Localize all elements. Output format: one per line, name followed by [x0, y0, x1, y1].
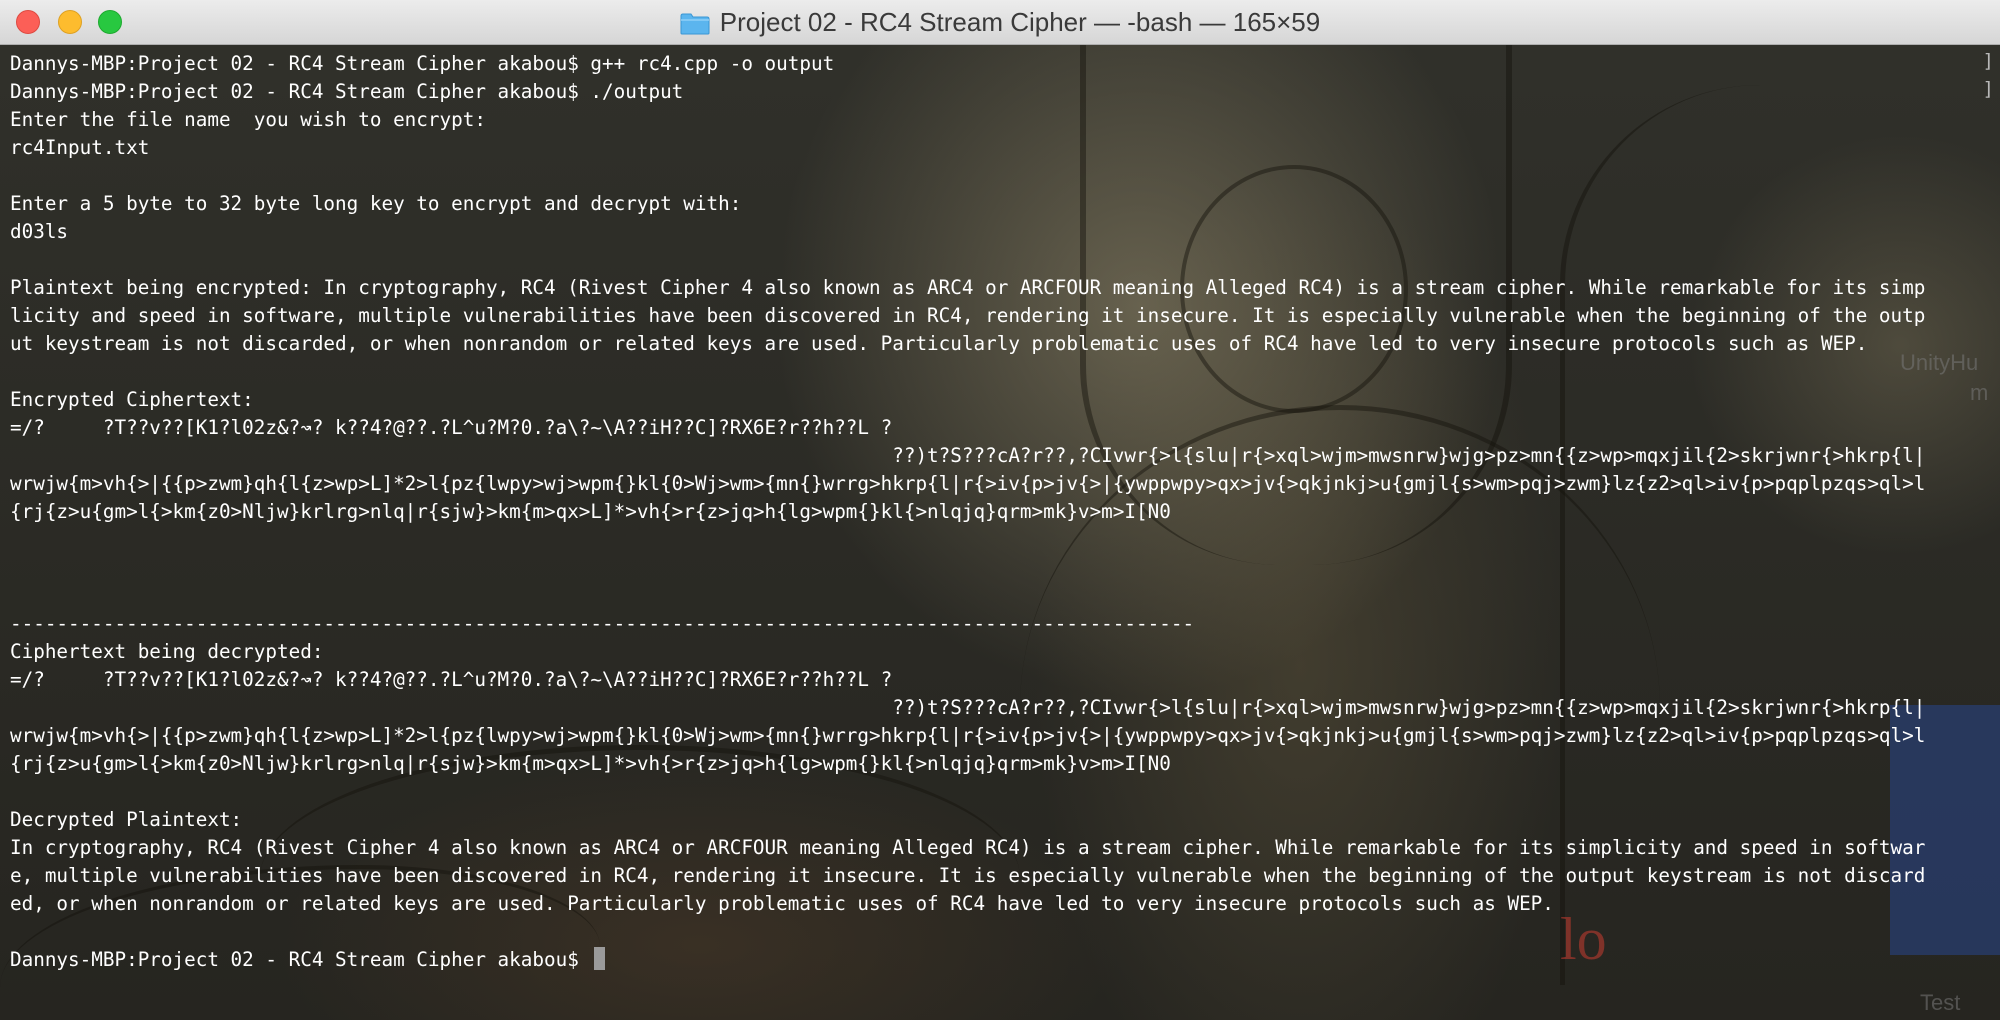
terminal-line: Dannys-MBP:Project 02 - RC4 Stream Ciphe… — [10, 80, 684, 103]
terminal-line: ----------------------------------------… — [10, 612, 1195, 635]
terminal-line: Enter the file name you wish to encrypt: — [10, 108, 486, 131]
terminal-line: =/? ?T??v??[K1?l02z&?↝? k??4?@??.?L^u?M?… — [10, 416, 893, 439]
terminal-window: Project 02 - RC4 Stream Cipher — -bash —… — [0, 0, 2000, 1020]
terminal-line: In cryptography, RC4 (Rivest Cipher 4 al… — [10, 836, 1926, 859]
terminal-line: e, multiple vulnerabilities have been di… — [10, 864, 1926, 887]
terminal-line: Decrypted Plaintext: — [10, 808, 243, 831]
terminal-line: Dannys-MBP:Project 02 - RC4 Stream Ciphe… — [10, 52, 835, 75]
terminal-line: {rj{z>u{gm>l{>km{z0>Nljw}krlrg>nlq|r{sjw… — [10, 500, 1171, 523]
terminal-line: d03ls — [10, 220, 69, 243]
terminal-line: =/? ?T??v??[K1?l02z&?↝? k??4?@??.?L^u?M?… — [10, 668, 893, 691]
terminal-line: ??)t?S???cA?r??,?CIvwr{>l{slu|r{>xql>wjm… — [10, 696, 1926, 719]
terminal-line: rc4Input.txt — [10, 136, 150, 159]
terminal-line: ut keystream is not discarded, or when n… — [10, 332, 1868, 355]
terminal-line: Ciphertext being decrypted: — [10, 640, 324, 663]
terminal-line: Enter a 5 byte to 32 byte long key to en… — [10, 192, 742, 215]
terminal-line: Encrypted Ciphertext: — [10, 388, 254, 411]
terminal-line: wrwjw{m>vh{>|{{p>zwm}qh{l{z>wp>L]*2>l{pz… — [10, 724, 1926, 747]
terminal-output[interactable]: Dannys-MBP:Project 02 - RC4 Stream Ciphe… — [10, 50, 1995, 974]
folder-icon — [680, 13, 710, 34]
window-title: Project 02 - RC4 Stream Cipher — -bash —… — [719, 7, 1321, 37]
terminal-line: ed, or when nonrandom or related keys ar… — [10, 892, 1554, 915]
wallpaper-label: Test — [1920, 990, 1961, 1015]
title-bar[interactable]: Project 02 - RC4 Stream Cipher — -bash —… — [0, 0, 2000, 45]
terminal-line: licity and speed in software, multiple v… — [10, 304, 1926, 327]
terminal-line: ??)t?S???cA?r??,?CIvwr{>l{slu|r{>xql>wjm… — [10, 444, 1926, 467]
text-cursor — [594, 947, 606, 970]
terminal-content-area[interactable]: UnityHu m lo Test ] ] Dannys-MBP:Project… — [0, 45, 2000, 1020]
window-title-group: Project 02 - RC4 Stream Cipher — -bash —… — [0, 0, 2000, 45]
prompt-line[interactable]: Dannys-MBP:Project 02 - RC4 Stream Ciphe… — [10, 946, 1995, 974]
terminal-line: Plaintext being encrypted: In cryptograp… — [10, 276, 1926, 299]
shell-prompt: Dannys-MBP:Project 02 - RC4 Stream Ciphe… — [10, 948, 591, 971]
terminal-line: {rj{z>u{gm>l{>km{z0>Nljw}krlrg>nlq|r{sjw… — [10, 752, 1171, 775]
terminal-line: wrwjw{m>vh{>|{{p>zwm}qh{l{z>wp>L]*2>l{pz… — [10, 472, 1926, 495]
